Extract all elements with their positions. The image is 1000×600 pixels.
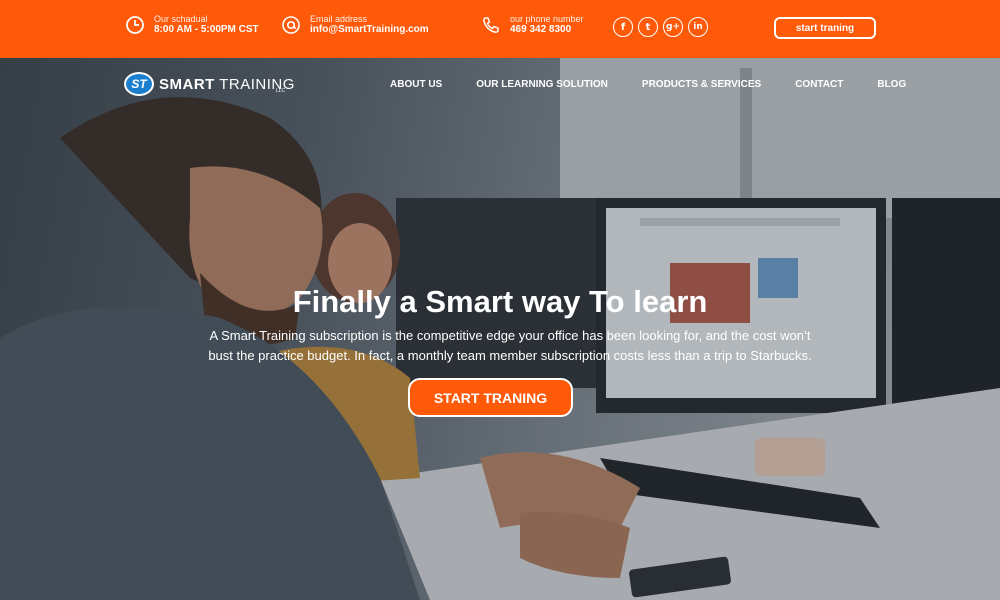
phone-link[interactable]: 469 342 8300 xyxy=(510,24,584,36)
facebook-icon[interactable]: f xyxy=(613,17,633,37)
phone-label: our phone number xyxy=(510,14,584,25)
linkedin-icon[interactable]: in xyxy=(688,17,708,37)
logo-subtitle: LLC xyxy=(276,88,286,94)
hero-section: ST SMART TRAINING LLC ABOUT US OUR LEARN… xyxy=(0,58,1000,600)
top-info-bar: Our schadual 8:00 AM - 5:00PM CST Email … xyxy=(0,0,1000,58)
logo-text-bold: SMART xyxy=(159,75,215,93)
email-info[interactable]: Email address info@SmartTraining.com xyxy=(280,14,429,36)
google-plus-icon[interactable]: g+ xyxy=(663,17,683,37)
nav-our-learning-solution[interactable]: OUR LEARNING SOLUTION xyxy=(476,79,608,90)
clock-icon xyxy=(124,14,146,36)
hero-subtitle: A Smart Training subscription is the com… xyxy=(208,328,812,363)
at-sign-icon xyxy=(280,14,302,36)
start-training-top-button[interactable]: start traning xyxy=(774,17,876,39)
nav-about-us[interactable]: ABOUT US xyxy=(390,79,442,90)
schedule-info: Our schadual 8:00 AM - 5:00PM CST xyxy=(124,14,259,36)
logo-text: SMART TRAINING xyxy=(159,76,295,93)
phone-info[interactable]: our phone number 469 342 8300 xyxy=(480,14,584,36)
twitter-icon[interactable]: t xyxy=(638,17,658,37)
nav-contact[interactable]: CONTACT xyxy=(795,79,843,90)
start-training-hero-button[interactable]: START TRANING xyxy=(408,378,573,417)
site-logo[interactable]: ST SMART TRAINING xyxy=(124,72,295,96)
phone-icon xyxy=(480,14,502,36)
main-navigation: ABOUT US OUR LEARNING SOLUTION PRODUCTS … xyxy=(390,79,906,90)
logo-mark: ST xyxy=(124,72,154,96)
social-links: f t g+ in xyxy=(613,17,708,37)
schedule-value: 8:00 AM - 5:00PM CST xyxy=(154,24,259,36)
email-link[interactable]: info@SmartTraining.com xyxy=(310,24,429,36)
email-label: Email address xyxy=(310,14,368,25)
nav-blog[interactable]: BLOG xyxy=(877,79,906,90)
nav-products-services[interactable]: PRODUCTS & SERVICES xyxy=(642,79,761,90)
schedule-label: Our schadual xyxy=(154,14,208,25)
hero-title: Finally a Smart way To learn xyxy=(292,284,708,319)
